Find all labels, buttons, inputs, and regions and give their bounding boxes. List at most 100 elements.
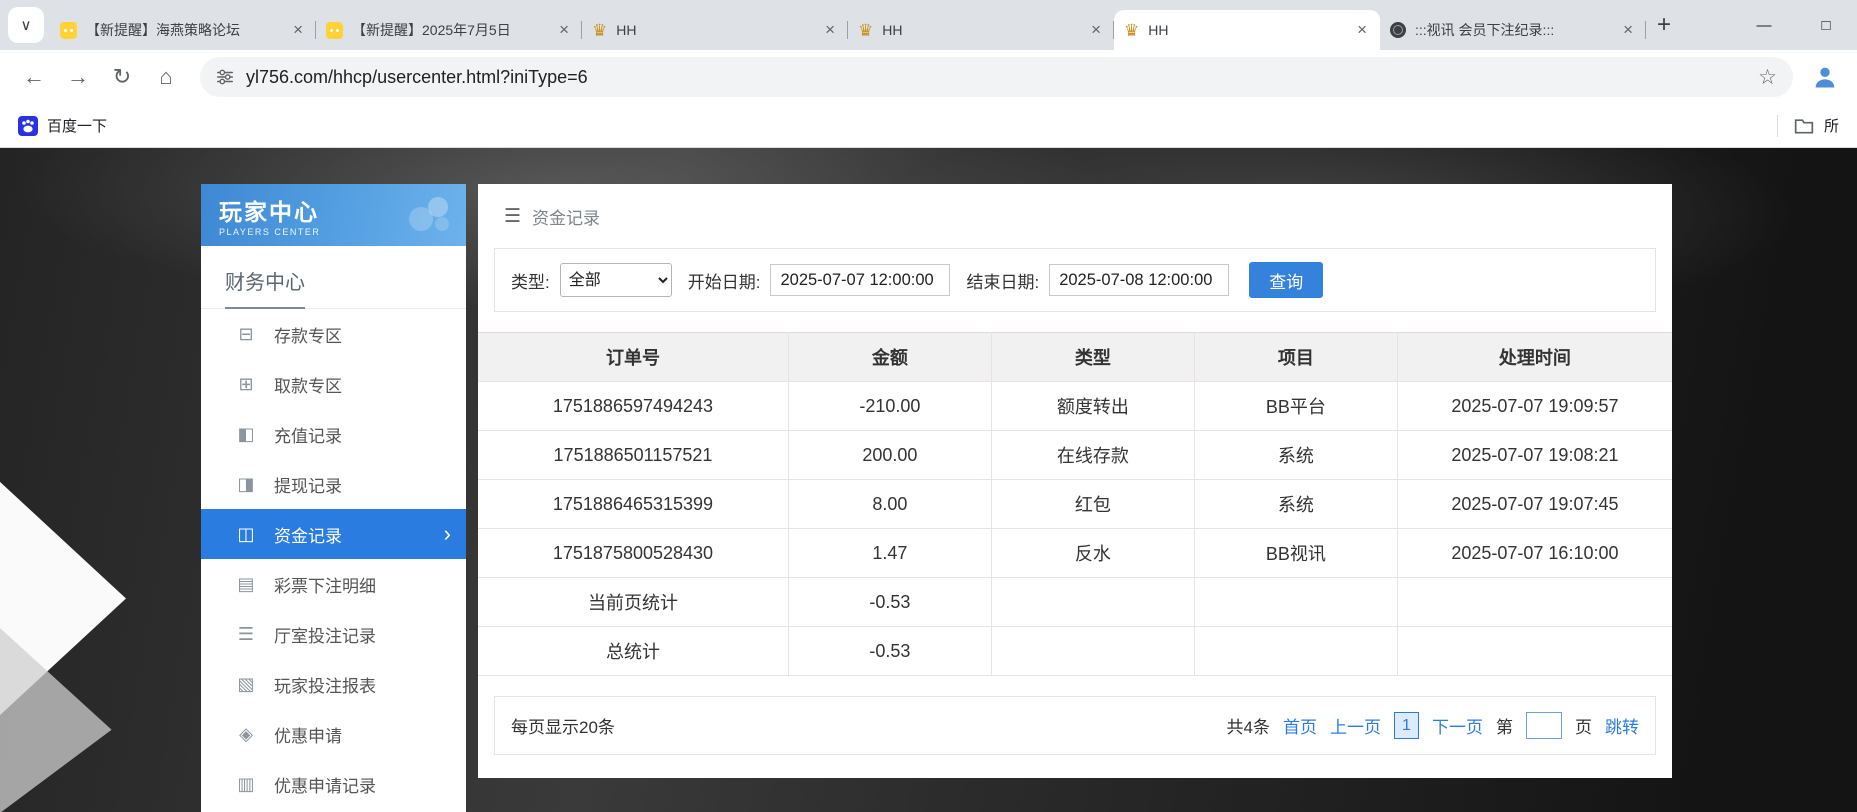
sidebar-item-hall-bet-record[interactable]: ☰ 厅室投注记录 xyxy=(201,609,466,659)
bet-report-icon: ▧ xyxy=(235,674,257,695)
col-header-time: 处理时间 xyxy=(1397,333,1672,382)
player-center-sidebar: 玩家中心 PLAYERS CENTER 财务中心 ⊟ 存款专区 ⊞ 取款专区 ◧… xyxy=(201,184,466,812)
promo-apply-icon: ◈ xyxy=(235,724,257,745)
deposit-card-icon: ⊟ xyxy=(235,324,257,345)
tab-title: HH xyxy=(1148,22,1345,38)
cell-time: 2025-07-07 19:08:21 xyxy=(1397,431,1672,480)
tab-close-icon[interactable]: × xyxy=(822,20,838,40)
table-row-page-total: 当前页统计 -0.53 xyxy=(478,578,1672,627)
funds-record-panel: ☰ 资金记录 类型: 全部 开始日期: 结束日期: 查询 订单号 金额 类型 项… xyxy=(478,184,1672,778)
next-page-link[interactable]: 下一页 xyxy=(1432,713,1483,738)
home-button[interactable]: ⌂ xyxy=(146,57,186,97)
crown-favicon-icon: ♛ xyxy=(858,22,873,39)
sidebar-item-label: 资金记录 xyxy=(274,522,342,547)
sidebar-item-lottery-bet-detail[interactable]: ▤ 彩票下注明细 xyxy=(201,559,466,609)
tab-close-icon[interactable]: × xyxy=(556,20,572,40)
tab-search-button[interactable]: ∨ xyxy=(8,7,44,43)
tab-close-icon[interactable]: × xyxy=(1354,20,1370,40)
maximize-button[interactable]: □ xyxy=(1795,0,1857,50)
jump-link[interactable]: 跳转 xyxy=(1605,713,1639,738)
address-bar[interactable]: yl756.com/hhcp/usercenter.html?iniType=6… xyxy=(200,57,1793,97)
section-label: 财务中心 xyxy=(225,266,305,309)
bookmark-star-icon[interactable]: ☆ xyxy=(1758,65,1777,90)
baidu-icon xyxy=(18,116,38,136)
url-text[interactable]: yl756.com/hhcp/usercenter.html?iniType=6 xyxy=(246,67,1746,88)
recharge-record-icon: ◧ xyxy=(235,424,257,445)
cell-amount: -210.00 xyxy=(788,382,991,431)
tab-close-icon[interactable]: × xyxy=(1620,20,1636,40)
search-button[interactable]: 查询 xyxy=(1249,262,1323,298)
browser-toolbar: ← → ↻ ⌂ yl756.com/hhcp/usercenter.html?i… xyxy=(0,50,1857,104)
divider xyxy=(1777,115,1778,137)
sidebar-item-player-bet-report[interactable]: ▧ 玩家投注报表 xyxy=(201,659,466,709)
cell-order-no: 1751886597494243 xyxy=(478,382,788,431)
sidebar-item-label: 彩票下注明细 xyxy=(274,572,376,597)
browser-tab[interactable]: 【新提醒】海燕策略论坛 × xyxy=(50,10,316,50)
type-select[interactable]: 全部 xyxy=(560,263,672,297)
chat-favicon-icon xyxy=(326,22,343,39)
pagination-bar: 每页显示20条 共4条 首页 上一页 1 下一页 第 页 跳转 xyxy=(494,696,1656,755)
sidebar-item-label: 优惠申请 xyxy=(274,722,342,747)
cell-order-no: 1751886501157521 xyxy=(478,431,788,480)
chevron-right-icon: › xyxy=(444,523,451,545)
per-page-label: 每页显示20条 xyxy=(511,713,615,738)
withdraw-record-icon: ◨ xyxy=(235,474,257,495)
all-bookmarks-label[interactable]: 所 xyxy=(1824,115,1839,136)
cell-type: 额度转出 xyxy=(991,382,1194,431)
sidebar-item-withdraw-record[interactable]: ◨ 提现记录 xyxy=(201,459,466,509)
col-header-order-no: 订单号 xyxy=(478,333,788,382)
page-jump-input[interactable] xyxy=(1526,712,1562,739)
browser-tab[interactable]: ♛ HH × xyxy=(848,10,1114,50)
sidebar-item-label: 充值记录 xyxy=(274,422,342,447)
new-tab-button[interactable]: + xyxy=(1646,7,1682,43)
profile-avatar[interactable] xyxy=(1807,59,1843,95)
cell-empty xyxy=(991,578,1194,627)
cell-time: 2025-07-07 19:07:45 xyxy=(1397,480,1672,529)
first-page-link[interactable]: 首页 xyxy=(1283,713,1317,738)
sidebar-item-withdraw[interactable]: ⊞ 取款专区 xyxy=(201,359,466,409)
browser-tab-active[interactable]: ♛ HH × xyxy=(1114,10,1380,50)
folder-icon[interactable] xyxy=(1794,117,1814,135)
current-page-badge[interactable]: 1 xyxy=(1394,712,1419,739)
chat-favicon-icon xyxy=(60,22,77,39)
browser-tab[interactable]: ♛ HH × xyxy=(582,10,848,50)
sidebar-item-recharge-record[interactable]: ◧ 充值记录 xyxy=(201,409,466,459)
forward-button[interactable]: → xyxy=(58,57,98,97)
cell-empty xyxy=(1194,578,1397,627)
minimize-button[interactable]: — xyxy=(1733,0,1795,50)
cell-amount: -0.53 xyxy=(788,578,991,627)
browser-tabstrip: ∨ 【新提醒】海燕策略论坛 × 【新提醒】2025年7月5日 × ♛ HH × … xyxy=(0,0,1857,50)
cell-time: 2025-07-07 19:09:57 xyxy=(1397,382,1672,431)
site-settings-icon[interactable] xyxy=(216,68,234,86)
end-date-input[interactable] xyxy=(1049,264,1229,296)
crown-favicon-icon: ♛ xyxy=(1124,22,1139,39)
filter-bar: 类型: 全部 开始日期: 结束日期: 查询 xyxy=(494,248,1656,312)
sidebar-item-deposit[interactable]: ⊟ 存款专区 xyxy=(201,309,466,359)
browser-tab[interactable]: :::视讯 会员下注纪录::: × xyxy=(1380,10,1646,50)
reload-button[interactable]: ↻ xyxy=(102,57,142,97)
start-date-label: 开始日期: xyxy=(688,268,761,293)
browser-tab[interactable]: 【新提醒】2025年7月5日 × xyxy=(316,10,582,50)
page-title: 资金记录 xyxy=(532,204,600,229)
sidebar-item-label: 玩家投注报表 xyxy=(274,672,376,697)
start-date-input[interactable] xyxy=(770,264,950,296)
prev-page-link[interactable]: 上一页 xyxy=(1330,713,1381,738)
cell-time: 2025-07-07 16:10:00 xyxy=(1397,529,1672,578)
sidebar-item-promo-apply[interactable]: ◈ 优惠申请 xyxy=(201,709,466,759)
tab-close-icon[interactable]: × xyxy=(1088,20,1104,40)
cell-order-no: 1751886465315399 xyxy=(478,480,788,529)
withdraw-icon: ⊞ xyxy=(235,374,257,395)
tab-title: 【新提醒】2025年7月5日 xyxy=(352,20,547,40)
bookmark-baidu[interactable]: 百度一下 xyxy=(18,115,107,136)
hall-bet-icon: ☰ xyxy=(235,624,257,645)
total-count-label: 共4条 xyxy=(1227,713,1270,738)
chevron-down-icon: ∨ xyxy=(21,16,32,34)
back-button[interactable]: ← xyxy=(14,57,54,97)
sidebar-item-funds-record[interactable]: ◫ 资金记录 › xyxy=(201,509,466,559)
table-row: 1751886465315399 8.00 红包 系统 2025-07-07 1… xyxy=(478,480,1672,529)
sidebar-item-promo-apply-record[interactable]: ▥ 优惠申请记录 xyxy=(201,759,466,809)
person-icon xyxy=(1811,63,1839,91)
funds-record-icon: ◫ xyxy=(235,524,257,545)
cell-label: 当前页统计 xyxy=(478,578,788,627)
tab-close-icon[interactable]: × xyxy=(290,20,306,40)
